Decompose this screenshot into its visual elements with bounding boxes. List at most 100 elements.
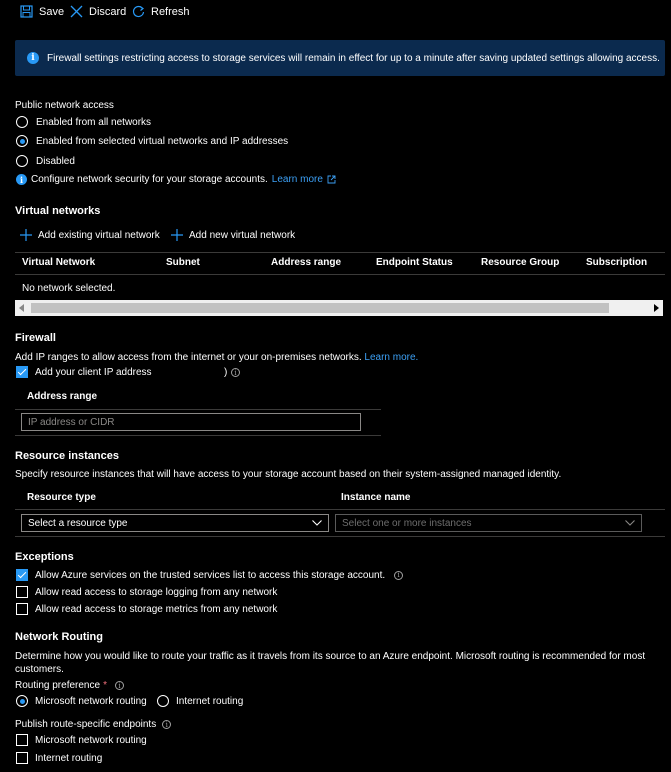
ip-placeholder: IP address or CIDR: [28, 416, 115, 428]
storage-metrics-checkbox[interactable]: [16, 603, 28, 615]
firewall-title: Firewall: [15, 332, 56, 344]
radio-label: Enabled from all networks: [36, 116, 152, 128]
save-label: Save: [39, 5, 65, 18]
info-icon: i: [27, 52, 39, 64]
col-endpoint-status: Endpoint Status: [376, 257, 453, 268]
plus-icon: [171, 229, 183, 241]
trusted-services-checkbox[interactable]: [16, 569, 28, 581]
divider: [15, 274, 665, 275]
publish-microsoft-checkbox[interactable]: [16, 734, 28, 746]
plus-icon: [20, 229, 32, 241]
banner-text: Firewall settings restricting access to …: [47, 52, 660, 64]
chevron-down-icon: [625, 520, 635, 526]
radio-microsoft-routing[interactable]: Microsoft network routing: [16, 695, 147, 707]
scroll-right-icon[interactable]: [653, 304, 659, 312]
publish-label: Internet routing: [35, 752, 103, 764]
divider: [15, 252, 665, 253]
add-new-vnet-button[interactable]: Add new virtual network: [171, 229, 295, 241]
refresh-button[interactable]: Refresh: [132, 5, 190, 18]
radio-disabled[interactable]: Disabled: [16, 155, 75, 167]
radio-all-networks[interactable]: Enabled from all networks: [16, 116, 151, 128]
network-routing-title: Network Routing: [15, 631, 103, 643]
exception-trusted-services[interactable]: Allow Azure services on the trusted serv…: [16, 569, 404, 581]
info-circle-icon[interactable]: i: [114, 681, 124, 690]
radio-label: Internet routing: [176, 695, 244, 707]
exception-label: Allow Azure services on the trusted serv…: [35, 569, 386, 581]
client-ip-checkbox[interactable]: [16, 366, 28, 378]
col-subscription: Subscription: [586, 257, 648, 268]
client-ip-suffix: ): [224, 367, 228, 378]
info-icon: i: [16, 174, 27, 185]
resource-type-dropdown[interactable]: Select a resource type: [21, 514, 329, 532]
instance-dropdown[interactable]: Select one or more instances: [335, 514, 642, 532]
add-existing-label: Add existing virtual network: [38, 229, 160, 241]
publish-internet-checkbox[interactable]: [16, 752, 28, 764]
network-routing-description: Determine how you would like to route yo…: [15, 651, 646, 675]
instance-placeholder: Select one or more instances: [342, 517, 472, 529]
client-ip-label: Add your client IP address (: [35, 366, 158, 378]
redacted-ip: [152, 367, 223, 383]
chevron-down-icon: [312, 520, 322, 526]
exception-storage-metrics[interactable]: Allow read access to storage metrics fro…: [16, 603, 277, 615]
radio-selected-networks[interactable]: Enabled from selected virtual networks a…: [16, 135, 288, 147]
publish-microsoft-routing[interactable]: Microsoft network routing: [16, 734, 147, 746]
info-text: Configure network security for your stor…: [31, 174, 268, 185]
info-circle-icon[interactable]: i: [394, 570, 404, 580]
radio-button[interactable]: [157, 695, 169, 707]
publish-endpoints-label: Publish route-specific endpoints: [15, 719, 157, 730]
col-virtual-network: Virtual Network: [22, 257, 96, 268]
scroll-left-icon[interactable]: [19, 304, 25, 312]
network-security-info: i Configure network security for your st…: [16, 174, 336, 185]
info-circle-icon[interactable]: i: [231, 368, 240, 377]
radio-label: Disabled: [36, 155, 75, 167]
publish-endpoints-label-row: Publish route-specific endpoints i: [15, 719, 172, 730]
refresh-label: Refresh: [151, 5, 190, 18]
publish-internet-routing[interactable]: Internet routing: [16, 752, 102, 764]
address-range-header: Address range: [27, 391, 98, 402]
public-access-label: Public network access: [15, 100, 114, 111]
save-button[interactable]: Save: [20, 5, 64, 18]
radio-label: Microsoft network routing: [35, 695, 147, 707]
publish-label: Microsoft network routing: [35, 734, 147, 746]
learn-more-link[interactable]: Learn more: [272, 174, 323, 185]
info-circle-icon[interactable]: i: [162, 720, 172, 729]
exception-label: Allow read access to storage logging fro…: [35, 586, 278, 598]
add-existing-vnet-button[interactable]: Add existing virtual network: [20, 229, 160, 241]
ip-address-input[interactable]: IP address or CIDR: [21, 413, 361, 431]
divider: [15, 536, 665, 537]
radio-button-selected[interactable]: [16, 695, 28, 707]
info-banner: i Firewall settings restricting access t…: [15, 40, 665, 76]
divider: [15, 409, 381, 410]
save-icon: [20, 5, 33, 18]
radio-button[interactable]: [16, 155, 28, 167]
routing-preference-label-row: Routing preference * i: [15, 680, 124, 691]
firewall-description: Add IP ranges to allow access from the i…: [15, 352, 418, 363]
empty-table-text: No network selected.: [22, 283, 116, 294]
divider: [15, 435, 381, 436]
resource-type-placeholder: Select a resource type: [28, 517, 128, 529]
col-address-range: Address range: [271, 257, 342, 268]
exception-storage-logging[interactable]: Allow read access to storage logging fro…: [16, 586, 277, 598]
add-new-label: Add new virtual network: [189, 229, 296, 241]
radio-label: Enabled from selected virtual networks a…: [36, 135, 289, 147]
firewall-learn-more-link[interactable]: Learn more.: [364, 352, 418, 363]
discard-label: Discard: [89, 5, 127, 18]
external-link-icon: [327, 175, 336, 184]
radio-button-selected[interactable]: [16, 135, 28, 147]
routing-preference-label: Routing preference: [15, 680, 101, 691]
refresh-icon: [132, 6, 145, 18]
exception-label: Allow read access to storage metrics fro…: [35, 603, 278, 615]
horizontal-scrollbar[interactable]: [15, 300, 663, 316]
radio-internet-routing[interactable]: Internet routing: [157, 695, 243, 707]
virtual-networks-title: Virtual networks: [15, 205, 101, 217]
firewall-description-text: Add IP ranges to allow access from the i…: [15, 352, 362, 363]
radio-button[interactable]: [16, 116, 28, 128]
resource-instances-description: Specify resource instances that will hav…: [15, 469, 562, 480]
close-icon: [70, 5, 83, 18]
scrollbar-thumb[interactable]: [31, 303, 609, 313]
col-subnet: Subnet: [166, 257, 200, 268]
discard-button[interactable]: Discard: [70, 5, 126, 18]
instance-name-header: Instance name: [341, 492, 411, 503]
client-ip-checkbox-row[interactable]: Add your client IP address (: [16, 366, 158, 378]
storage-logging-checkbox[interactable]: [16, 586, 28, 598]
